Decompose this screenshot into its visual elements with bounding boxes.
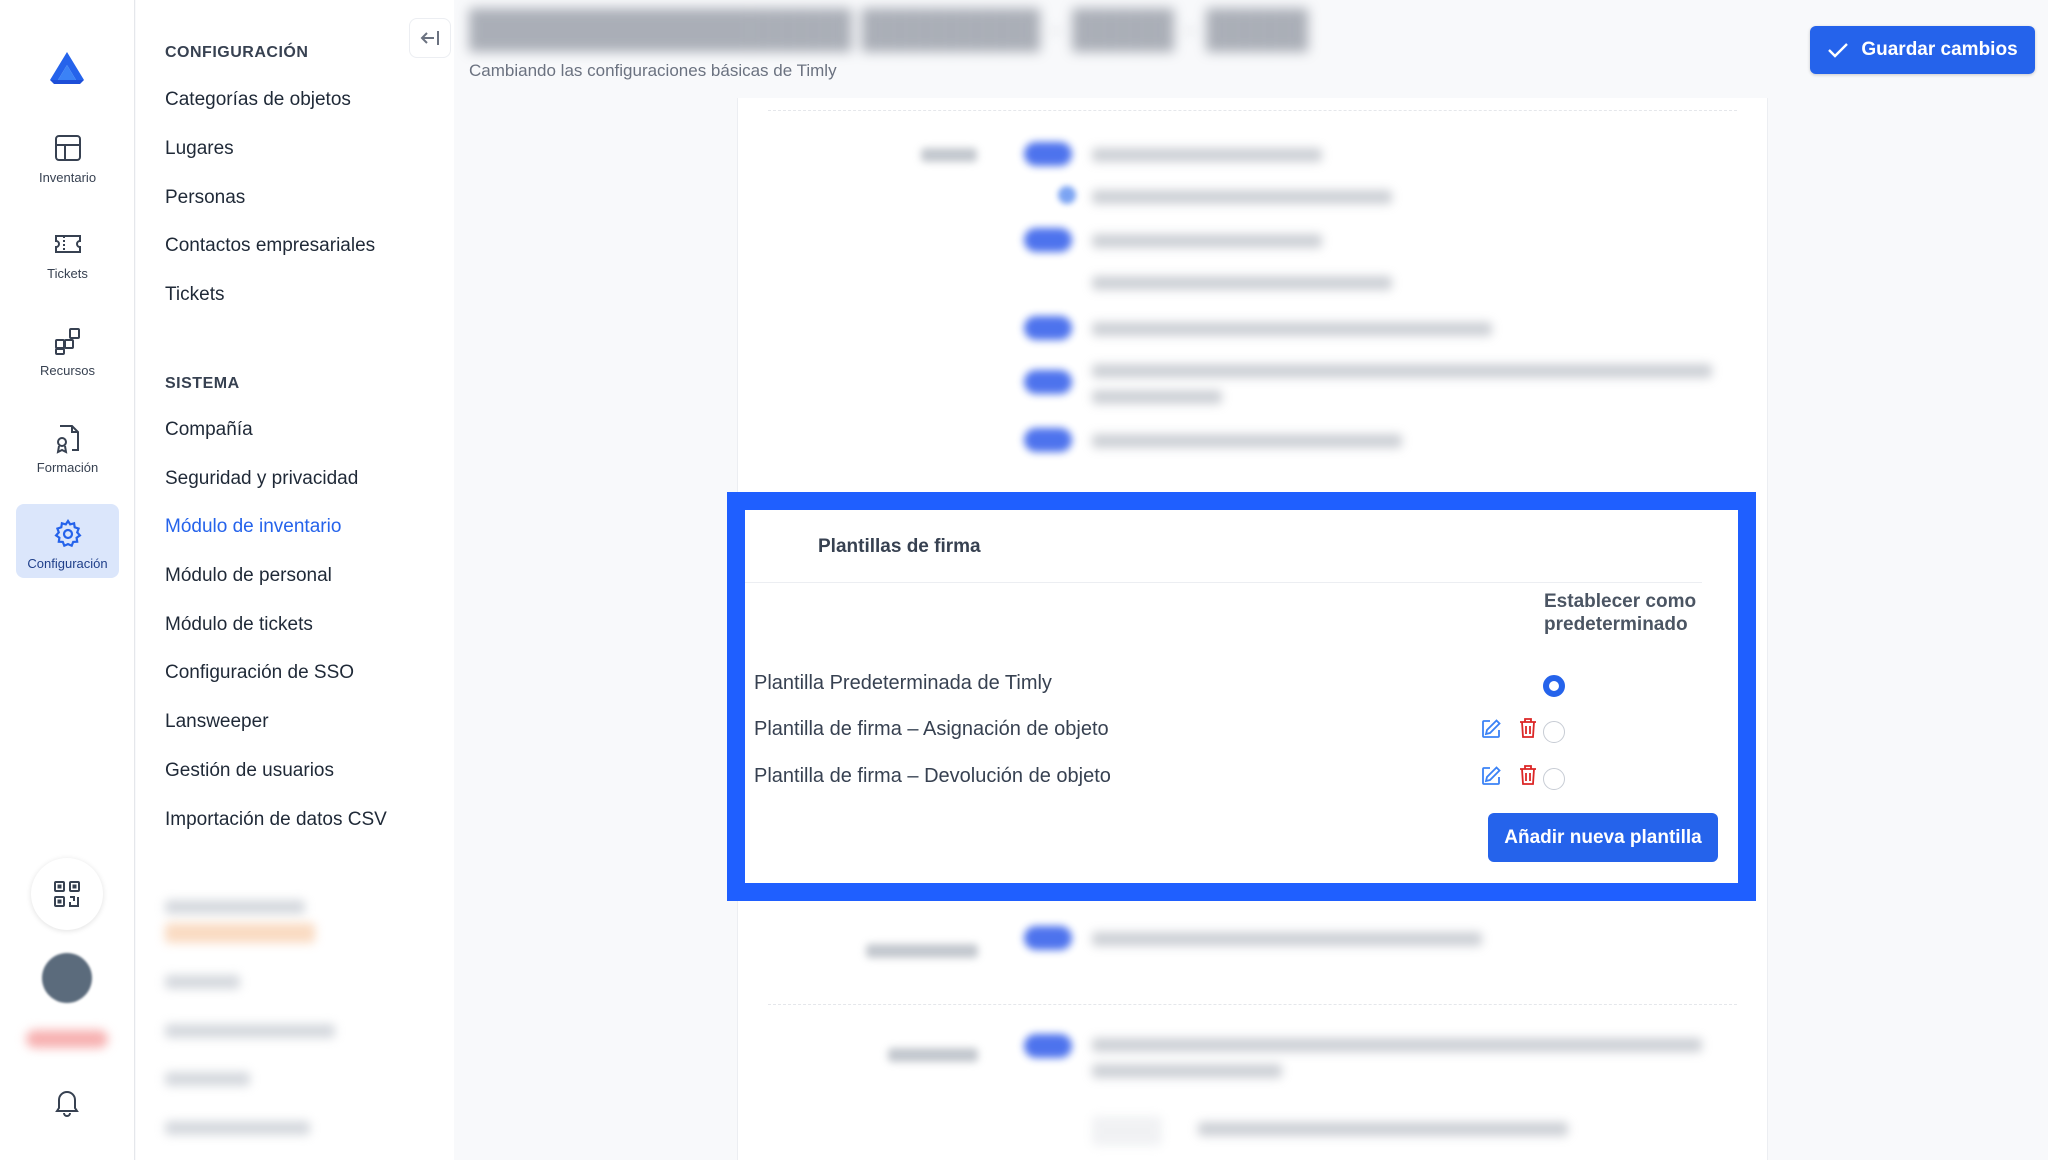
rail-label: Tickets — [47, 266, 88, 281]
rail-label: Recursos — [40, 363, 95, 378]
nav-item-lugares[interactable]: Lugares — [165, 138, 234, 160]
rail-item-tickets[interactable]: Tickets — [16, 214, 119, 288]
blurred-toggle[interactable] — [1024, 370, 1072, 394]
blurred-nav-item — [165, 1121, 310, 1135]
blurred-label — [921, 148, 977, 162]
blurred-toggle[interactable] — [1024, 316, 1072, 340]
avatar[interactable] — [42, 953, 92, 1003]
blurred-text — [1198, 1122, 1568, 1136]
template-name: Plantilla Predeterminada de Timly — [754, 672, 1052, 694]
gear-icon — [53, 518, 82, 548]
blurred-text — [1092, 322, 1492, 336]
nav-item-modulo-personal[interactable]: Módulo de personal — [165, 565, 332, 587]
blurred-nav-item — [165, 1024, 335, 1038]
nav-section-heading: CONFIGURACIÓN — [165, 44, 309, 61]
blurred-text — [1092, 190, 1392, 204]
rail-item-formacion[interactable]: Formación — [16, 408, 119, 482]
icon-rail: Inventario Tickets Recursos Formación Co… — [0, 0, 135, 1160]
settings-nav: CONFIGURACIÓN Categorías de objetos Luga… — [136, 0, 454, 1160]
blurred-toggle[interactable] — [1024, 228, 1072, 252]
blurred-text — [1092, 1064, 1282, 1078]
blurred-text — [1092, 434, 1402, 448]
blurred-toggle[interactable] — [1024, 926, 1072, 950]
blurred-toggle[interactable] — [1024, 428, 1072, 452]
rail-label: Inventario — [38, 170, 97, 185]
blurred-toggle[interactable] — [1024, 142, 1072, 166]
rail-label: Configuración — [27, 556, 108, 571]
save-changes-button[interactable]: Guardar cambios — [1810, 26, 2035, 74]
signature-templates-section: Plantillas de firma Establecer como pred… — [727, 492, 1756, 901]
rail-item-inventario[interactable]: Inventario — [16, 118, 119, 192]
blurred-heading — [165, 900, 305, 914]
blurred-label — [866, 944, 978, 958]
divider — [745, 582, 1702, 583]
blurred-text — [1092, 276, 1392, 290]
blurred-text — [1092, 1038, 1702, 1052]
blurred-input[interactable] — [1092, 1116, 1162, 1146]
page-title-blurred: ███████████████ ███████ · ████ · ████ — [469, 8, 1309, 49]
section-title: Plantillas de firma — [818, 536, 981, 557]
blurred-text — [1092, 390, 1222, 404]
template-name: Plantilla de firma – Devolución de objet… — [754, 765, 1111, 787]
nav-item-lansweeper[interactable]: Lansweeper — [165, 711, 269, 733]
trash-icon[interactable] — [1518, 764, 1538, 786]
nav-item-tickets[interactable]: Tickets — [165, 284, 224, 306]
edit-icon[interactable] — [1480, 765, 1502, 787]
default-radio[interactable] — [1543, 768, 1565, 790]
blurred-text — [1092, 148, 1322, 162]
nav-item-personas[interactable]: Personas — [165, 187, 245, 209]
default-column-header: Establecer como predeterminado — [1544, 591, 1697, 635]
blurred-text — [1092, 234, 1322, 248]
nav-item-modulo-tickets[interactable]: Módulo de tickets — [165, 614, 313, 636]
nav-item-importacion-csv[interactable]: Importación de datos CSV — [165, 809, 387, 831]
blurred-nav-item — [165, 1072, 250, 1086]
blurred-label — [888, 1048, 978, 1062]
rail-item-recursos[interactable]: Recursos — [16, 311, 119, 385]
blurred-toggle[interactable] — [1024, 1034, 1072, 1058]
qr-scan-button[interactable] — [31, 858, 103, 930]
default-radio[interactable] — [1543, 675, 1565, 697]
trash-icon[interactable] — [1518, 717, 1538, 739]
nav-section-heading: SISTEMA — [165, 375, 240, 392]
check-icon — [1828, 43, 1849, 58]
blurred-radio[interactable] — [1058, 186, 1076, 204]
collapse-left-icon — [420, 31, 439, 45]
timly-logo-icon[interactable] — [48, 50, 86, 86]
template-name: Plantilla de firma – Asignación de objet… — [754, 718, 1109, 740]
blurred-nav-item — [165, 975, 240, 989]
grid-icon — [54, 135, 81, 161]
certificate-icon — [56, 425, 79, 454]
blurred-badge — [165, 923, 315, 943]
divider — [768, 110, 1737, 111]
default-radio[interactable] — [1543, 721, 1565, 743]
nav-item-compania[interactable]: Compañía — [165, 419, 253, 441]
page-subtitle: Cambiando las configuraciones básicas de… — [469, 61, 837, 80]
bell-icon[interactable] — [50, 1085, 84, 1119]
nav-item-categorias[interactable]: Categorías de objetos — [165, 89, 351, 111]
rail-label: Formación — [36, 460, 99, 475]
blurred-text — [1092, 364, 1712, 378]
rail-item-configuracion[interactable]: Configuración — [16, 504, 119, 578]
nav-item-sso[interactable]: Configuración de SSO — [165, 662, 354, 684]
apps-icon — [54, 328, 80, 355]
nav-item-modulo-inventario[interactable]: Módulo de inventario — [165, 516, 341, 538]
nav-item-gestion-usuarios[interactable]: Gestión de usuarios — [165, 760, 334, 782]
collapse-nav-button[interactable] — [409, 18, 451, 58]
ticket-icon — [54, 235, 81, 253]
qr-code-icon — [54, 881, 80, 907]
edit-icon[interactable] — [1480, 718, 1502, 740]
save-changes-label: Guardar cambios — [1861, 39, 2018, 60]
status-badge — [26, 1030, 108, 1048]
nav-item-contactos[interactable]: Contactos empresariales — [165, 235, 375, 257]
add-template-button[interactable]: Añadir nueva plantilla — [1488, 813, 1718, 862]
nav-item-seguridad[interactable]: Seguridad y privacidad — [165, 468, 358, 490]
blurred-text — [1092, 932, 1482, 946]
divider — [768, 1004, 1737, 1005]
